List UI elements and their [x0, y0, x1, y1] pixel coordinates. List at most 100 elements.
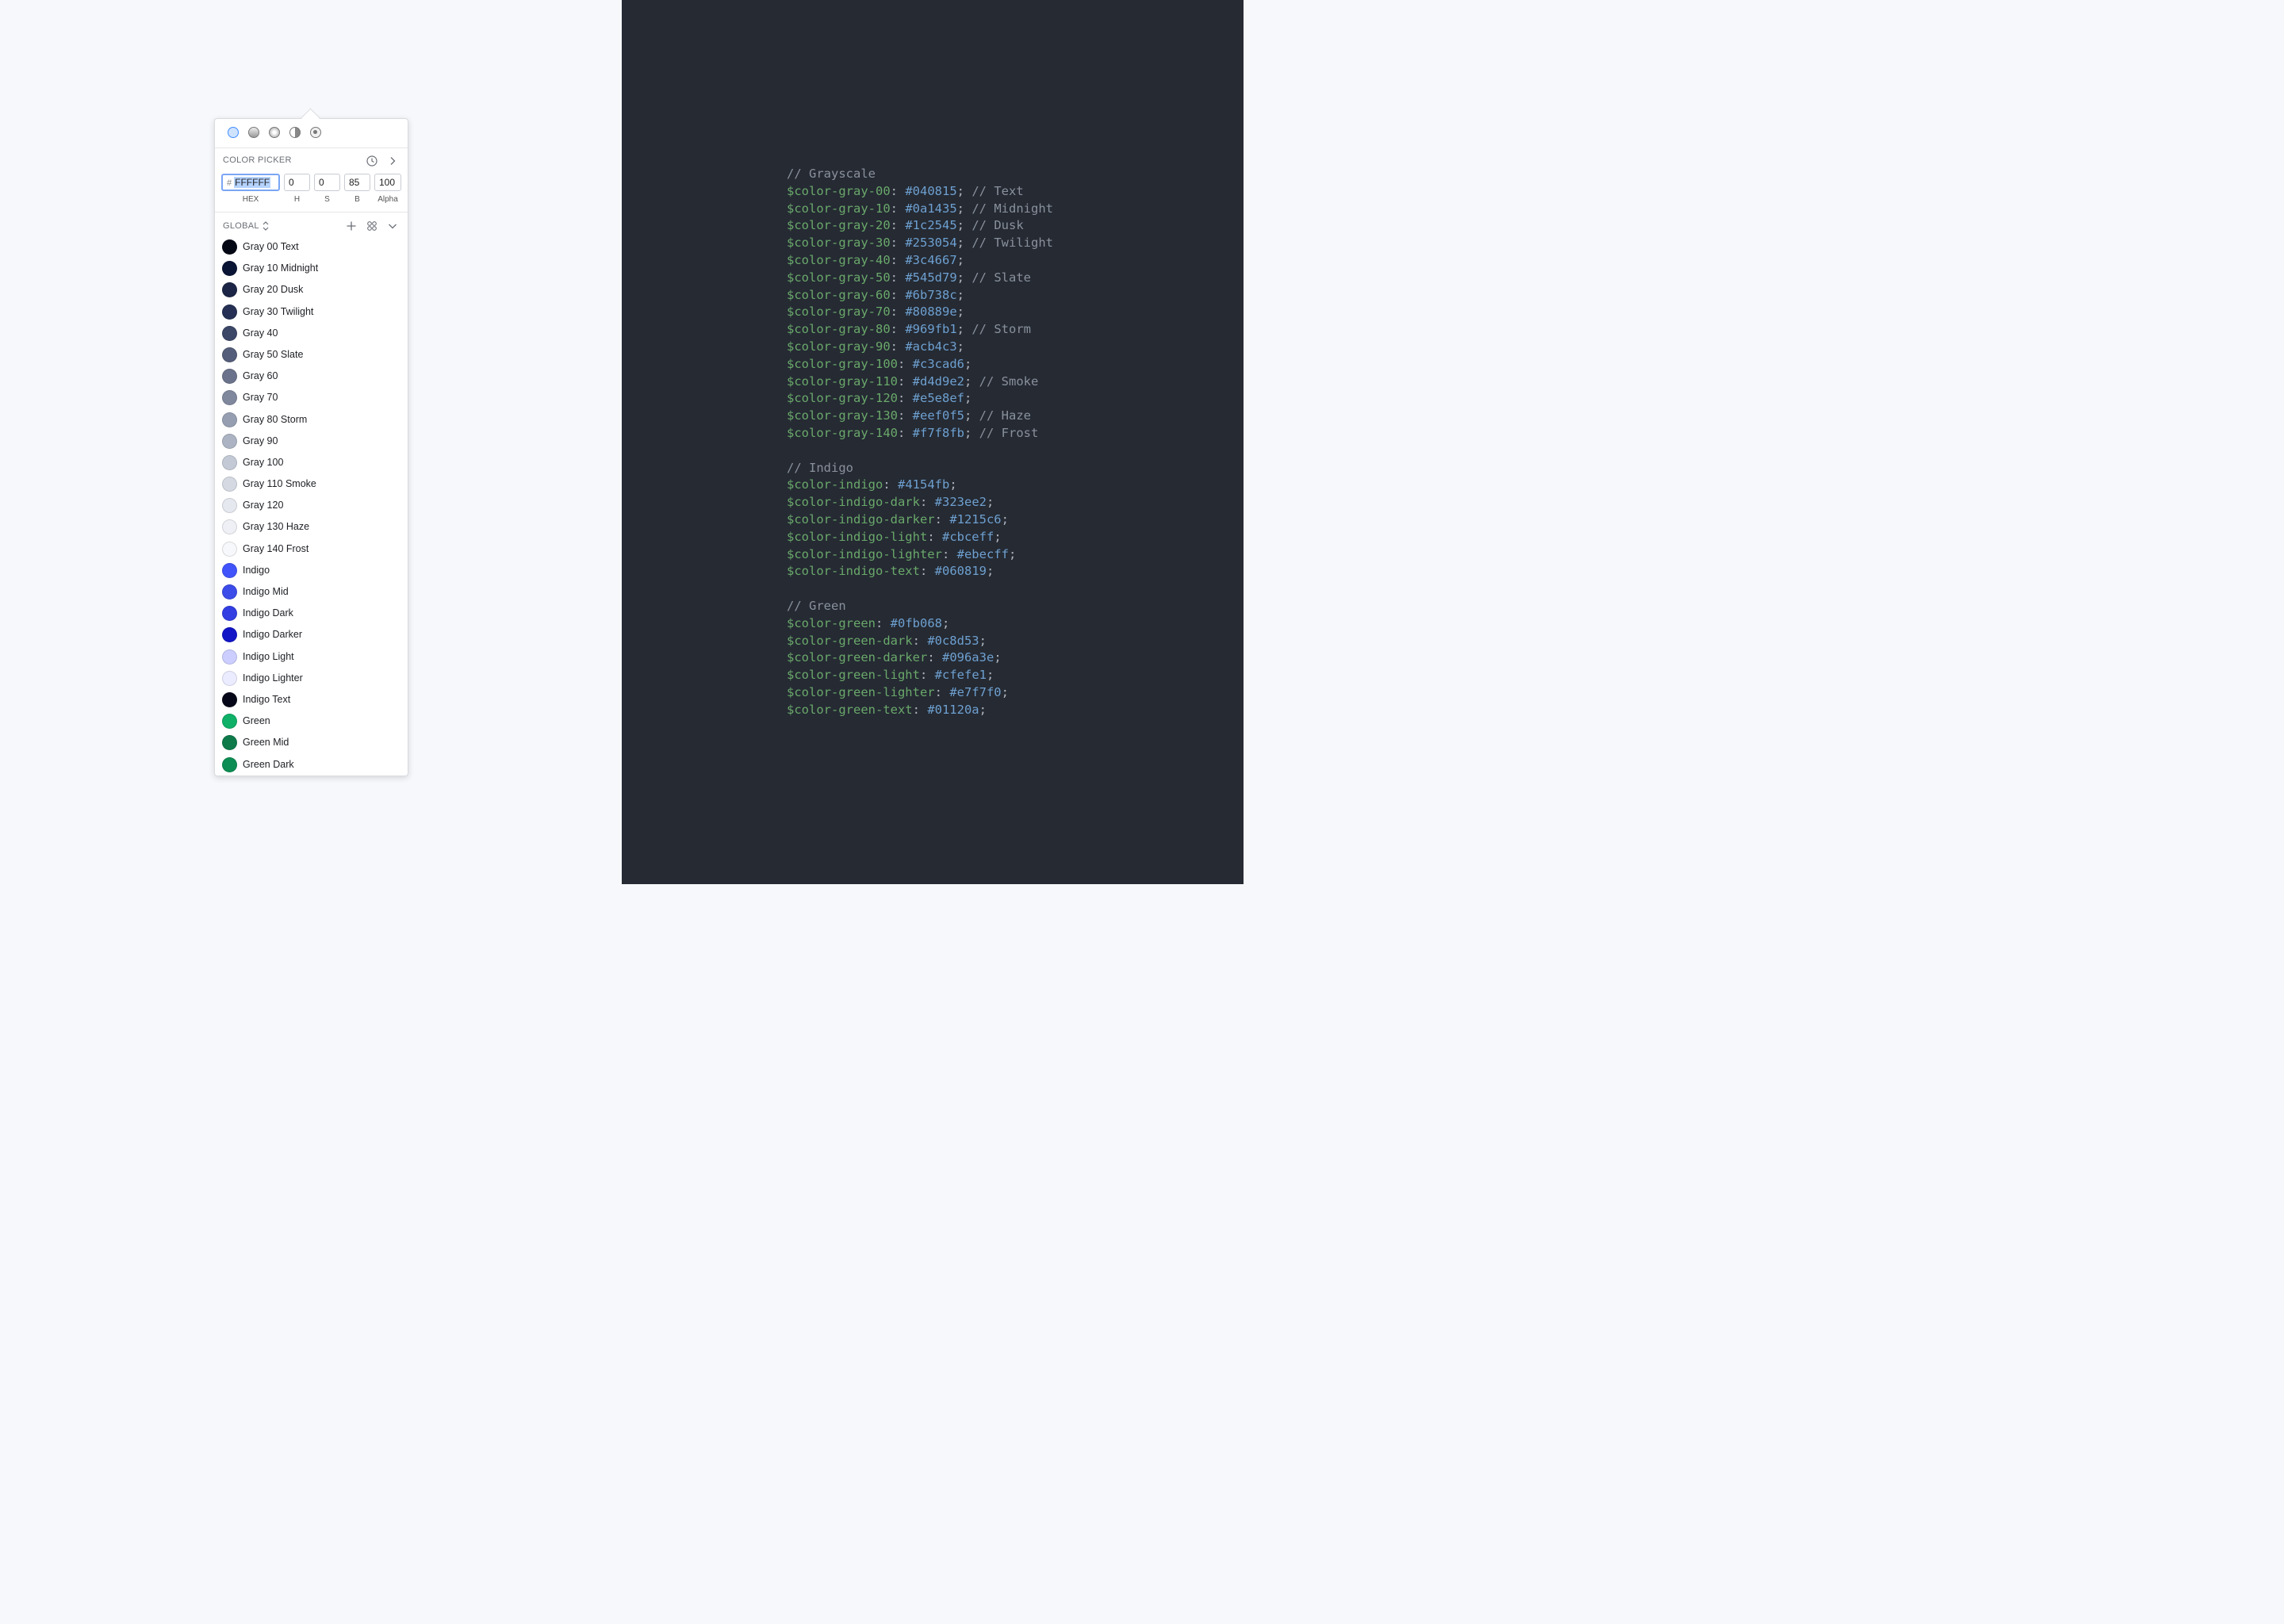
swatch-row[interactable]: Indigo Dark — [215, 603, 408, 624]
swatch-row[interactable]: Gray 120 — [215, 495, 408, 516]
swatch-row[interactable]: Indigo — [215, 560, 408, 581]
code-colon: : — [890, 322, 906, 337]
code-inline-comment: // Haze — [971, 408, 1031, 423]
swatch-row[interactable]: Gray 130 Haze — [215, 516, 408, 538]
swatch-label: Gray 70 — [243, 392, 278, 404]
code-inline-comment: // Slate — [964, 270, 1031, 285]
swatch-row[interactable]: Indigo Text — [215, 689, 408, 710]
swatch-label: Green Mid — [243, 737, 289, 749]
swatch-label: Gray 20 Dusk — [243, 284, 304, 296]
code-colon: : — [890, 287, 906, 302]
code-variable: $color-indigo-dark — [787, 495, 920, 510]
code-line: $color-gray-70: #80889e; — [787, 304, 1053, 321]
code-semicolon: ; — [986, 564, 994, 579]
solid-fill-icon[interactable] — [228, 127, 239, 138]
code-colon: : — [883, 477, 898, 492]
code-line: $color-gray-00: #040815; // Text — [787, 183, 1053, 201]
swatch-color-icon — [222, 325, 237, 341]
code-semicolon: ; — [1008, 546, 1017, 561]
code-inline-comment: // Dusk — [964, 218, 1024, 233]
swatch-row[interactable]: Gray 20 Dusk — [215, 279, 408, 301]
code-semicolon: ; — [964, 356, 972, 371]
swatch-color-icon — [222, 649, 237, 665]
code-colon: : — [919, 564, 935, 579]
swatch-color-icon — [222, 369, 237, 385]
image-fill-icon[interactable] — [310, 127, 321, 138]
code-value: #ebecff — [956, 546, 1009, 561]
swatch-label: Indigo Text — [243, 693, 291, 705]
swatch-row[interactable]: Gray 40 — [215, 323, 408, 344]
alpha-field[interactable]: 100 — [374, 174, 401, 191]
swatch-row[interactable]: Indigo Lighter — [215, 668, 408, 689]
swatch-row[interactable]: Gray 50 Slate — [215, 344, 408, 366]
swatch-row[interactable]: Gray 60 — [215, 366, 408, 387]
swatch-row[interactable]: Green — [215, 710, 408, 732]
swatch-color-icon — [222, 606, 237, 622]
swatch-row[interactable]: Gray 10 Midnight — [215, 258, 408, 279]
swatch-row[interactable]: Gray 00 Text — [215, 236, 408, 258]
code-colon: : — [897, 373, 913, 389]
swatch-row[interactable]: Indigo Darker — [215, 624, 408, 645]
code-semicolon: ; — [941, 615, 950, 630]
code-comment: // Green — [787, 598, 846, 613]
swatch-label: Gray 80 Storm — [243, 413, 308, 425]
code-value: #cbceff — [941, 529, 994, 544]
swatch-row[interactable]: Green Mid — [215, 732, 408, 753]
swatch-label: Gray 60 — [243, 370, 278, 382]
code-line: $color-green-text: #01120a; — [787, 702, 1053, 719]
code-line: // Green — [787, 598, 1053, 615]
code-value: #096a3e — [941, 650, 994, 665]
swatch-row[interactable]: Gray 110 Smoke — [215, 473, 408, 495]
history-clock-icon[interactable] — [366, 155, 378, 167]
swatch-label: Indigo Lighter — [243, 672, 303, 684]
code-line: $color-gray-60: #6b738c; — [787, 287, 1053, 304]
swatch-row[interactable]: Gray 90 — [215, 431, 408, 452]
swatch-row[interactable]: Gray 100 — [215, 452, 408, 473]
code-line: $color-indigo-light: #cbceff; — [787, 529, 1053, 546]
hex-field[interactable]: # FFFFFF — [221, 174, 280, 191]
color-picker-title: COLOR PICKER — [223, 155, 292, 165]
code-colon: : — [890, 218, 906, 233]
code-variable: $color-gray-50 — [787, 270, 891, 285]
updown-chevron-icon[interactable] — [262, 220, 270, 232]
code-variable: $color-gray-40 — [787, 252, 891, 267]
swatch-color-icon — [222, 433, 237, 449]
add-swatch-icon[interactable] — [345, 220, 358, 232]
code-variable: $color-gray-10 — [787, 201, 891, 216]
angular-gradient-icon[interactable] — [289, 127, 301, 138]
code-line: $color-gray-20: #1c2545; // Dusk — [787, 217, 1053, 235]
code-semicolon: ; — [964, 373, 972, 389]
chevron-right-icon[interactable] — [386, 155, 399, 167]
swatch-label: Gray 00 Text — [243, 241, 299, 252]
color-picker-popover: COLOR PICKER # FFFFFF 0 0 85 100 HEX H S … — [214, 118, 408, 776]
brightness-field[interactable]: 85 — [344, 174, 370, 191]
code-semicolon: ; — [994, 529, 1002, 544]
code-semicolon: ; — [949, 477, 957, 492]
library-selector[interactable]: GLOBAL — [223, 221, 259, 231]
chevron-down-icon[interactable] — [386, 220, 399, 232]
code-colon: : — [912, 702, 928, 717]
code-value: #80889e — [905, 304, 957, 320]
code-inline-comment: // Storm — [964, 322, 1031, 337]
grid-view-icon[interactable] — [366, 220, 378, 232]
code-colon: : — [941, 546, 957, 561]
swatch-row[interactable]: Indigo Light — [215, 646, 408, 668]
swatch-row[interactable]: Indigo Mid — [215, 581, 408, 603]
swatch-row[interactable]: Gray 30 Twilight — [215, 301, 408, 323]
code-value: #0fb068 — [890, 615, 942, 630]
saturation-field[interactable]: 0 — [314, 174, 340, 191]
hue-field[interactable]: 0 — [284, 174, 310, 191]
code-line: $color-indigo-lighter: #ebecff; — [787, 546, 1053, 564]
radial-gradient-icon[interactable] — [269, 127, 280, 138]
linear-gradient-icon[interactable] — [248, 127, 259, 138]
code-variable: $color-gray-90 — [787, 339, 891, 354]
swatch-row[interactable]: Gray 80 Storm — [215, 409, 408, 431]
code-line: $color-green-dark: #0c8d53; — [787, 633, 1053, 650]
swatch-row[interactable]: Gray 140 Frost — [215, 538, 408, 560]
code-colon: : — [934, 511, 950, 527]
code-variable: $color-green-dark — [787, 633, 913, 648]
code-panel: // Grayscale $color-gray-00: #040815; // … — [622, 0, 1244, 884]
swatch-row[interactable]: Gray 70 — [215, 387, 408, 408]
code-variable: $color-gray-80 — [787, 322, 891, 337]
swatch-row[interactable]: Green Dark — [215, 754, 408, 776]
